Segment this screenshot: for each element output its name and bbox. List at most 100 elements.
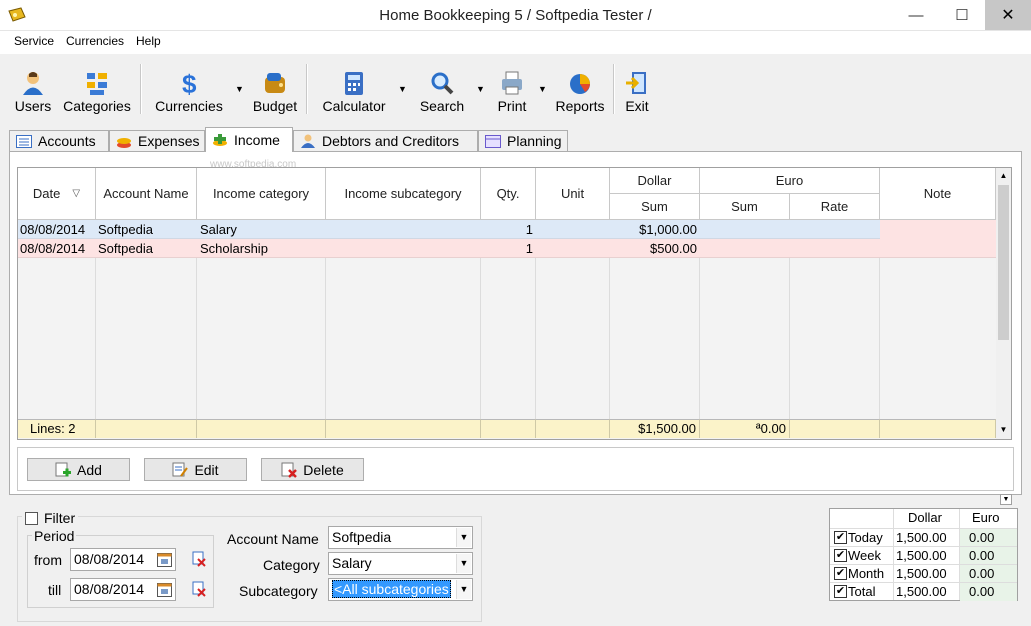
menu-bar: Service Currencies Help: [0, 31, 1031, 54]
cell-unit: [536, 239, 608, 258]
cell-euro-sum: [700, 239, 788, 258]
column-header-qty[interactable]: Qty.: [481, 168, 536, 220]
subcategory-select[interactable]: <All subcategories ▼: [328, 578, 473, 601]
till-label: till: [48, 582, 62, 598]
delete-button-label: Delete: [303, 461, 344, 478]
budget-button[interactable]: Budget: [250, 62, 300, 118]
today-checkbox[interactable]: ✔: [834, 531, 847, 544]
column-header-account[interactable]: Account Name: [96, 168, 197, 220]
calendar-icon[interactable]: [157, 552, 172, 567]
column-header-unit[interactable]: Unit: [536, 168, 610, 220]
wallet-icon: [265, 73, 285, 93]
delete-button[interactable]: Delete: [261, 458, 364, 481]
budget-label: Budget: [252, 98, 298, 114]
footer-cell: [880, 419, 996, 438]
categories-button[interactable]: Categories: [60, 62, 134, 118]
minimize-button[interactable]: —: [893, 0, 939, 30]
categories-label: Categories: [63, 98, 131, 114]
scroll-up-icon[interactable]: ▲: [996, 168, 1011, 184]
search-button[interactable]: Search: [416, 62, 468, 118]
clear-date-icon[interactable]: [192, 551, 206, 567]
calculator-button[interactable]: Calculator: [318, 62, 390, 118]
summary-euro-header: Euro: [972, 510, 1000, 525]
from-date-field[interactable]: 08/08/2014: [70, 548, 176, 571]
print-button[interactable]: Print: [492, 62, 532, 118]
menu-service[interactable]: Service: [14, 34, 54, 48]
total-checkbox[interactable]: ✔: [834, 585, 847, 598]
footer-cell: [197, 419, 326, 438]
toolbar-separator: [306, 64, 308, 114]
chevron-down-icon[interactable]: ▼: [456, 554, 471, 573]
menu-help[interactable]: Help: [136, 34, 161, 48]
users-label: Users: [14, 98, 52, 114]
month-checkbox[interactable]: ✔: [834, 567, 847, 580]
summary-dollar-header: Dollar: [908, 510, 942, 525]
reports-label: Reports: [555, 98, 605, 114]
category-select[interactable]: Salary ▼: [328, 552, 473, 575]
exit-label: Exit: [625, 98, 649, 114]
toolbar-separator: [140, 64, 142, 114]
cell-qty: 1: [525, 222, 533, 237]
category-value: Salary: [332, 555, 372, 571]
footer-cell: [536, 419, 610, 438]
maximize-button[interactable]: ☐: [939, 0, 985, 30]
column-header-date[interactable]: Date ▽: [18, 168, 96, 220]
week-checkbox[interactable]: ✔: [834, 549, 847, 562]
column-header-category[interactable]: Income category: [197, 168, 326, 220]
column-header-rate[interactable]: Rate: [790, 194, 880, 220]
table-row[interactable]: 08/08/2014 Softpedia Scholarship 1 $500.…: [18, 239, 996, 258]
panel-menu-dropdown-icon[interactable]: ▼: [1000, 494, 1012, 505]
search-dropdown-icon[interactable]: ▼: [476, 84, 485, 94]
tab-income[interactable]: Income: [205, 127, 293, 152]
table-row[interactable]: 08/08/2014 Softpedia Salary 1 $1,000.00: [18, 220, 996, 239]
calculator-label: Calculator: [322, 98, 386, 114]
column-header-subcategory[interactable]: Income subcategory: [326, 168, 481, 220]
scroll-down-icon[interactable]: ▼: [996, 422, 1011, 438]
currencies-dropdown-icon[interactable]: ▼: [235, 84, 244, 94]
income-table[interactable]: Date ▽ Account Name Income category Incom…: [17, 167, 1012, 440]
summary-euro-value: 0.00: [960, 583, 1017, 601]
scroll-thumb[interactable]: [998, 185, 1009, 340]
column-header-note[interactable]: Note: [880, 168, 996, 220]
edit-button[interactable]: Edit: [144, 458, 247, 481]
tab-debtors-creditors[interactable]: Debtors and Creditors: [293, 130, 478, 151]
cell-dollar-sum: $500.00: [650, 241, 697, 256]
tab-planning[interactable]: Planning: [478, 130, 568, 151]
menu-currencies[interactable]: Currencies: [66, 34, 124, 48]
filter-checkbox[interactable]: [25, 511, 38, 525]
footer-lines-count: Lines: 2: [18, 419, 96, 438]
filter-toggle[interactable]: Filter: [22, 510, 79, 526]
pie-chart-icon: [570, 74, 590, 94]
close-button[interactable]: ✕: [985, 0, 1031, 30]
currencies-button[interactable]: $ Currencies: [152, 62, 226, 118]
calendar-icon: [485, 134, 501, 148]
account-name-select[interactable]: Softpedia ▼: [328, 526, 473, 549]
print-dropdown-icon[interactable]: ▼: [538, 84, 547, 94]
column-header-euro-sum[interactable]: Sum: [700, 194, 790, 220]
cell-category: Salary: [200, 222, 237, 237]
chevron-down-icon[interactable]: ▼: [456, 580, 471, 599]
reports-button[interactable]: Reports: [552, 62, 608, 118]
subcategory-label: Subcategory: [239, 583, 318, 599]
calendar-icon[interactable]: [157, 582, 172, 597]
summary-row-label: Week: [848, 548, 881, 563]
till-date-field[interactable]: 08/08/2014: [70, 578, 176, 601]
subcategory-value: <All subcategories: [332, 580, 451, 598]
footer-cell: [790, 419, 880, 438]
clear-date-icon[interactable]: [192, 581, 206, 597]
add-button[interactable]: Add: [27, 458, 130, 481]
currencies-label: Currencies: [155, 98, 223, 114]
tab-accounts[interactable]: Accounts: [9, 130, 109, 151]
delete-icon: [281, 462, 298, 478]
chevron-down-icon[interactable]: ▼: [456, 528, 471, 547]
cell-date: 08/08/2014: [20, 222, 86, 237]
account-name-value: Softpedia: [332, 529, 392, 545]
exit-button[interactable]: Exit: [620, 62, 654, 118]
footer-dollar-total: $1,500.00: [610, 419, 700, 438]
users-button[interactable]: Users: [10, 62, 56, 118]
exit-icon: [626, 72, 646, 94]
calculator-dropdown-icon[interactable]: ▼: [398, 84, 407, 94]
tab-expenses[interactable]: Expenses: [109, 130, 205, 151]
vertical-scrollbar[interactable]: ▲ ▼: [996, 168, 1011, 439]
column-header-dollar-sum[interactable]: Sum: [610, 194, 700, 220]
